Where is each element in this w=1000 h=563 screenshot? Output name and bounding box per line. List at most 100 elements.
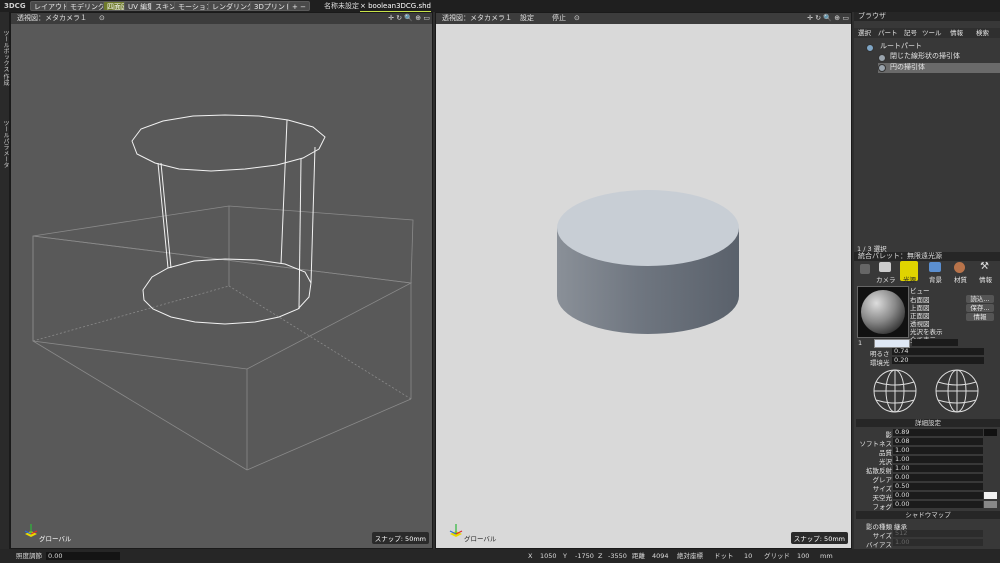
axis-gizmo-icon[interactable] — [23, 522, 39, 538]
param-gloss-input[interactable]: 1.00 — [893, 456, 983, 463]
view-name[interactable]: 透視図：メタカメラ１ — [442, 13, 512, 24]
shadow-map-header[interactable]: シャドウマップ — [856, 511, 1000, 519]
param-shadow-input[interactable]: 0.89 — [893, 429, 983, 436]
status-bar: 照度調節 0.00 X 1050 Y -1750 Z -3550 距離 4094… — [0, 549, 1000, 563]
param-softness-input[interactable]: 0.08 — [893, 438, 983, 445]
wrench-icon[interactable]: ⚒ — [980, 262, 990, 272]
render-viewport[interactable]: 透視図：メタカメラ１ 設定 停止 ⊙ ✛ ↻ 🔍 ⊕ ▭ グローバル スナップ:… — [435, 12, 852, 549]
param-size-input[interactable]: 0.50 — [893, 483, 983, 490]
toolbox-tab[interactable]: ツールボックス 作成 — [1, 30, 10, 86]
shadow-bias-input[interactable]: 1.00 — [893, 539, 983, 546]
stop-button[interactable]: 停止 — [552, 13, 566, 24]
axis-gizmo-icon[interactable] — [448, 522, 464, 538]
tab-add-remove[interactable]: + − — [288, 1, 310, 11]
background-tab-label[interactable]: 背景 — [929, 274, 942, 284]
root-part-icon — [866, 44, 874, 52]
wireframe-viewport[interactable]: 透視図：メタカメラ１ ⊙ ✛ ↻ 🔍 ⊕ ▭ グローバル スナップ: 50mm — [10, 12, 433, 549]
light-direction-globe-icon[interactable] — [872, 368, 918, 414]
browser-toolbar: 選択 パート 記号 ツール 情報 検索 — [854, 28, 1000, 38]
param-glare-input[interactable]: 0.00 — [893, 474, 983, 481]
shadow-size-input[interactable]: 512 — [893, 530, 983, 537]
material-tab-label[interactable]: 材質 — [954, 274, 967, 284]
tree-item-closed-sweep[interactable]: 閉じた線形状の掃引体 — [890, 52, 960, 61]
settings-button[interactable]: 設定 — [520, 13, 534, 24]
info-tab-label[interactable]: 情報 — [979, 274, 992, 284]
ambient-input[interactable]: 0.20 — [892, 357, 984, 364]
x-label: X — [528, 552, 533, 560]
y-label: Y — [563, 552, 567, 560]
render-canvas[interactable] — [436, 24, 852, 549]
top-bar: 3DCG レイアウト モデリング 四面図 UV 編集 スキン モーション レンダ… — [0, 0, 1000, 13]
absolute-coords-button[interactable]: 絶対座標 — [677, 549, 703, 563]
z-label: Z — [598, 552, 603, 560]
snap-indicator[interactable]: スナップ: 50mm — [371, 532, 429, 544]
coordinate-system-label[interactable]: グローバル — [464, 533, 496, 543]
fog-color-swatch[interactable] — [984, 501, 997, 508]
navigation-tools-icon[interactable]: ✛ ↻ 🔍 ⊕ ▭ — [388, 13, 430, 24]
view-name[interactable]: 透視図：メタカメラ１ — [17, 13, 87, 24]
browser-search-button[interactable]: 検索 — [976, 28, 989, 38]
background-icon[interactable] — [929, 262, 941, 272]
brightness-input[interactable]: 0.74 — [892, 348, 984, 355]
navigation-tools-icon[interactable]: ✛ ↻ 🔍 ⊕ ▭ — [807, 13, 849, 24]
x-value: 1050 — [540, 552, 557, 560]
viewport-header: 透視図：メタカメラ１ ⊙ ✛ ↻ 🔍 ⊕ ▭ — [11, 13, 432, 24]
grid-value[interactable]: 100 — [797, 549, 809, 563]
sweep-body-icon — [878, 54, 886, 62]
tree-item-root-part[interactable]: ルートパート — [880, 42, 922, 51]
view-option-icon[interactable]: ⊙ — [99, 13, 105, 24]
browser-part-button[interactable]: パート — [878, 28, 898, 38]
illumination-label: 照度調節 — [16, 552, 42, 560]
param-fog-input[interactable]: 0.00 — [893, 501, 983, 508]
doc-tab-untitled[interactable]: 名称未設定 — [324, 1, 359, 11]
palette-grip-icon[interactable] — [860, 264, 870, 274]
unit-label[interactable]: mm — [820, 549, 833, 563]
camera-icon[interactable] — [879, 262, 891, 272]
info-button[interactable]: 情報 — [966, 313, 994, 321]
snap-indicator[interactable]: スナップ: 50mm — [790, 532, 848, 544]
param-quality-input[interactable]: 1.00 — [893, 447, 983, 454]
distance-label: 距離 — [632, 552, 645, 560]
advanced-settings-header[interactable]: 詳細設定 — [856, 419, 1000, 427]
cylinder-render — [557, 190, 739, 334]
camera-tab-label[interactable]: カメラ — [876, 274, 896, 284]
viewport-header: 透視図：メタカメラ１ 設定 停止 ⊙ ✛ ↻ 🔍 ⊕ ▭ — [436, 13, 851, 24]
side-strip: ツールボックス 作成 ツールパラメータ — [0, 12, 10, 549]
light-color-field[interactable] — [912, 339, 958, 346]
param-skylight-input[interactable]: 0.00 — [893, 492, 983, 499]
tree-item-circle-sweep[interactable]: 円の掃引体 — [890, 63, 925, 72]
browser-title: ブラウザ — [854, 12, 1000, 21]
ambient-label: 環境光 — [870, 359, 890, 367]
tool-parameter-tab[interactable]: ツールパラメータ — [1, 120, 10, 168]
browser-tool-button[interactable]: ツール — [922, 28, 942, 38]
sweep-body-icon — [878, 64, 886, 72]
shadow-color-swatch[interactable] — [984, 429, 997, 436]
material-icon[interactable] — [954, 262, 965, 273]
z-value: -3550 — [608, 552, 627, 560]
light-tab-label[interactable]: 光源 — [903, 274, 916, 284]
grid-label: グリッド — [764, 552, 790, 560]
save-button[interactable]: 保存... — [966, 304, 994, 312]
wireframe-canvas[interactable] — [11, 24, 433, 549]
preview-sphere — [861, 290, 905, 334]
browser-select-button[interactable]: 選択 — [858, 28, 871, 38]
browser-symbol-button[interactable]: 記号 — [904, 28, 917, 38]
illumination-value: 0.00 — [48, 552, 63, 560]
param-label: フォグ — [872, 503, 893, 511]
browser-info-button[interactable]: 情報 — [950, 28, 963, 38]
dot-label: ドット — [714, 552, 734, 560]
light-preview[interactable] — [857, 286, 909, 338]
y-value: -1750 — [575, 552, 594, 560]
bounding-box — [32, 205, 414, 471]
light-index[interactable]: 1 — [858, 339, 862, 347]
view-direction-globe-icon[interactable] — [934, 368, 980, 414]
param-diffuse-input[interactable]: 1.00 — [893, 465, 983, 472]
cylinder-wireframe — [131, 114, 326, 325]
load-button[interactable]: 読込... — [966, 295, 994, 303]
dot-value[interactable]: 10 — [744, 549, 752, 563]
view-option-icon[interactable]: ⊙ — [574, 13, 580, 24]
skylight-color-swatch[interactable] — [984, 492, 997, 499]
coordinate-system-label[interactable]: グローバル — [39, 533, 71, 543]
app-name: 3DCG — [4, 2, 26, 10]
distance-value: 4094 — [652, 552, 669, 560]
